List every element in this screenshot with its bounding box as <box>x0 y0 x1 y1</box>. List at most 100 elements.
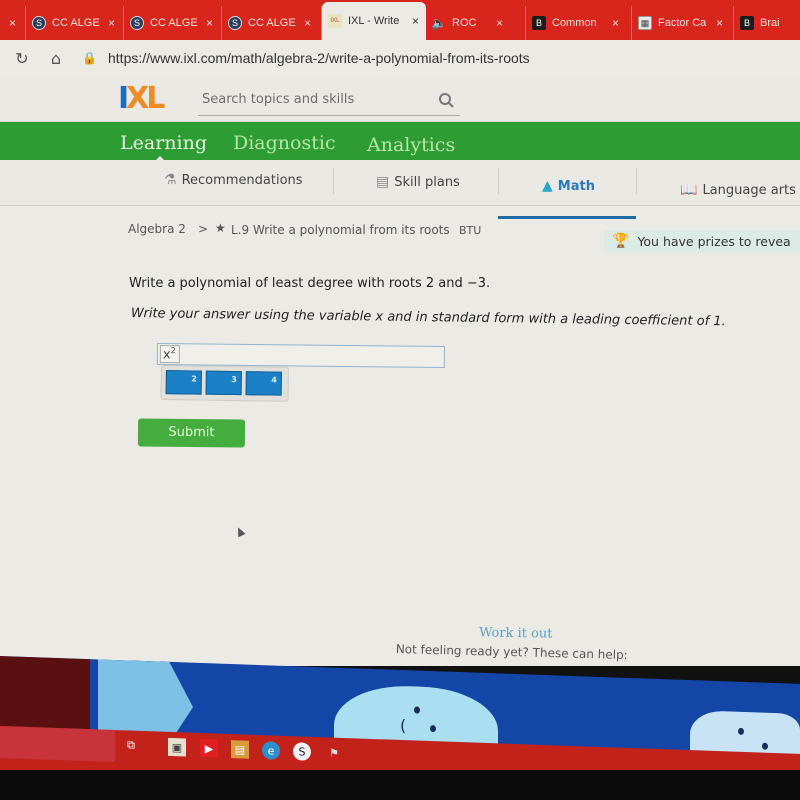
edge-icon[interactable]: e <box>262 741 280 760</box>
main-nav-analytics[interactable]: Analytics <box>367 134 455 156</box>
close-icon[interactable]: × <box>612 16 619 30</box>
submit-button[interactable]: Submit <box>137 418 246 448</box>
sub-nav-label: Recommendations <box>181 172 303 188</box>
sub-nav-language-arts[interactable]: 📖 Language arts <box>680 182 796 198</box>
browser-tab[interactable]: S CC ALGEB × <box>26 6 124 40</box>
close-icon[interactable]: × <box>304 16 311 30</box>
url-text: https://www.ixl.com/math/algebra-2/write… <box>108 50 530 66</box>
trophy-icon: 🏆 <box>612 233 630 249</box>
close-icon[interactable]: × <box>412 14 419 28</box>
eye <box>738 727 744 735</box>
main-nav-learning[interactable]: Learning <box>120 132 207 154</box>
sub-nav-label: Math <box>557 178 595 194</box>
sub-nav-label: Skill plans <box>394 174 460 190</box>
divider <box>498 168 499 194</box>
close-icon[interactable]: × <box>716 16 723 30</box>
main-nav-diagnostic[interactable]: Diagnostic <box>233 132 336 154</box>
search-input[interactable]: Search topics and skills <box>198 88 460 116</box>
breadcrumb-parent[interactable]: Algebra 2 <box>128 222 186 236</box>
taskbar-search-area[interactable] <box>0 726 115 763</box>
ixl-logo[interactable]: IXL <box>118 81 165 116</box>
ixl-page: IXL Search topics and skills Learning Di… <box>0 76 800 666</box>
skill-plans-icon: ▤ <box>376 174 390 190</box>
search-placeholder: Search topics and skills <box>202 92 355 107</box>
reload-button[interactable]: ↻ <box>10 46 34 70</box>
home-icon: ⌂ <box>50 48 62 68</box>
divider <box>636 168 637 194</box>
browser-tab-strip: × S CC ALGEB × S CC ALGEB × S CC ALGEB ×… <box>0 0 800 40</box>
store-icon[interactable]: ▣ <box>168 737 186 757</box>
url-field[interactable]: 🔒 https://www.ixl.com/math/algebra-2/wri… <box>82 44 800 72</box>
exponent-key-2[interactable]: 2 <box>165 370 202 395</box>
tab-title: CC ALGEB <box>52 17 100 29</box>
browser-tab[interactable]: B Brai <box>734 6 794 40</box>
mouth: ( <box>400 715 407 736</box>
reload-icon: ↻ <box>15 48 29 68</box>
breadcrumb-skill: L.9 Write a polynomial from its roots <box>231 223 450 237</box>
monitor-bezel <box>0 770 800 800</box>
sub-nav-math[interactable]: ▲ Math <box>542 178 595 194</box>
schoology-icon[interactable]: S <box>293 742 311 761</box>
browser-tab[interactable]: S CC ALGEB × <box>124 6 222 40</box>
tab-title: ROC <box>452 17 477 29</box>
close-icon[interactable]: × <box>108 16 115 30</box>
browser-tab[interactable]: B Common × <box>526 6 632 40</box>
home-button[interactable]: ⌂ <box>44 46 68 70</box>
address-bar: ↻ ⌂ 🔒 https://www.ixl.com/math/algebra-2… <box>0 40 800 76</box>
browser-tab[interactable]: S CC ALGEB × <box>222 6 322 40</box>
eye <box>762 742 768 750</box>
skill-code: BTU <box>459 224 482 237</box>
recommendations-icon: ⚗ <box>164 172 177 188</box>
exponent-box[interactable]: x2 <box>159 345 180 364</box>
main-nav: Learning Diagnostic Analytics <box>0 122 800 162</box>
background-area <box>0 656 90 734</box>
eye <box>414 706 420 714</box>
sub-nav-skill-plans[interactable]: ▤ Skill plans <box>376 174 460 190</box>
ixl-header: IXL Search topics and skills <box>0 76 800 122</box>
close-icon[interactable]: × <box>206 16 213 30</box>
question-prompt: Write a polynomial of least degree with … <box>129 276 491 291</box>
youtube-icon[interactable]: ▶ <box>200 738 218 758</box>
help-subtitle: Not feeling ready yet? These can help: <box>395 642 628 663</box>
tab-title: CC ALGEB <box>248 17 296 29</box>
sub-nav-recommendations[interactable]: ⚗ Recommendations <box>164 172 303 188</box>
prizes-banner[interactable]: 🏆 You have prizes to revea <box>604 230 800 252</box>
ixl-icon: IXL <box>328 14 342 28</box>
tab-title: CC ALGEB <box>150 17 198 29</box>
tab-title: Common <box>552 17 597 29</box>
app-icon-2[interactable]: ⚑ <box>325 743 343 762</box>
close-icon[interactable]: × <box>496 16 503 30</box>
task-view-icon[interactable]: ⧉ <box>122 736 140 755</box>
logo-xl: XL <box>126 81 165 116</box>
schoology-icon: S <box>32 16 46 30</box>
exponent-keypad: 2 3 4 <box>160 365 289 402</box>
search-icon[interactable] <box>438 92 454 108</box>
divider <box>333 168 334 194</box>
brainly-icon: B <box>532 16 546 30</box>
exponent-key-4[interactable]: 4 <box>245 371 282 396</box>
speaker-icon[interactable]: 🔈 <box>432 16 447 30</box>
work-it-out-heading: Work it out <box>478 625 553 642</box>
tab-title: Brai <box>760 17 780 29</box>
answer-variable: x <box>162 347 171 363</box>
exponent-key-3[interactable]: 3 <box>205 370 242 396</box>
browser-tab-active[interactable]: IXL IXL - Write × <box>322 2 426 40</box>
book-icon: 📖 <box>680 182 698 198</box>
answer-input[interactable]: x2 <box>156 343 445 369</box>
star-icon: ★ <box>215 221 226 235</box>
lock-icon: 🔒 <box>82 51 97 65</box>
app-icon[interactable]: ▤ <box>231 740 249 759</box>
mouse-cursor-icon <box>234 525 246 538</box>
tab-title: IXL - Write <box>348 15 400 27</box>
browser-tab-partial[interactable]: × <box>0 6 26 40</box>
brainly-icon: B <box>740 16 754 30</box>
close-icon[interactable]: × <box>9 16 16 30</box>
prizes-text: You have prizes to revea <box>637 233 791 249</box>
calculator-icon: ▦ <box>638 16 652 30</box>
browser-tab[interactable]: ▦ Factor Ca × <box>632 6 734 40</box>
sub-nav-label: Language arts <box>702 182 796 198</box>
logo-i: I <box>118 81 129 116</box>
browser-tab[interactable]: 🔈 ROC × <box>426 6 526 40</box>
tab-title: Factor Ca <box>658 17 707 29</box>
schoology-icon: S <box>228 16 242 30</box>
